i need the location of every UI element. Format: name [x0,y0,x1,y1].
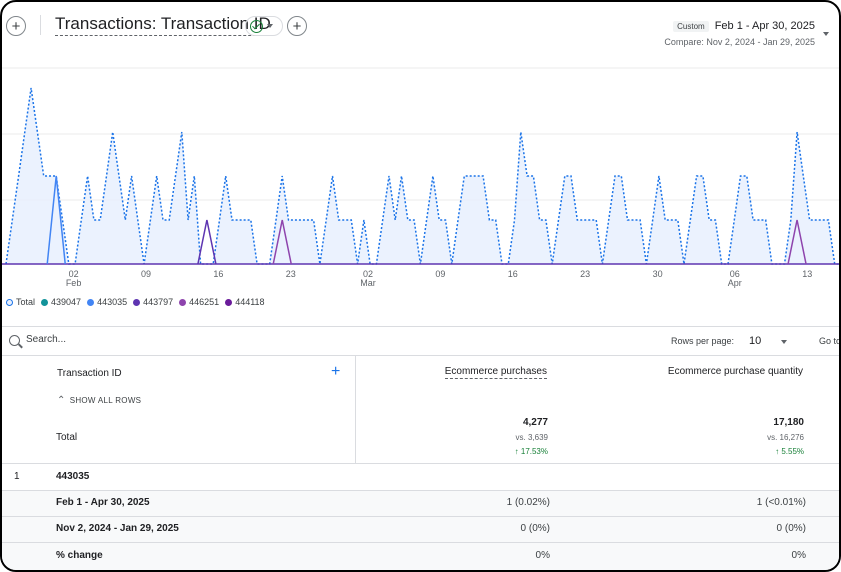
check-circle-icon [250,19,263,33]
x-tick-label: 16 [508,269,518,279]
date-range-text: Feb 1 - Apr 30, 2025 [714,20,815,32]
add-filter-icon[interactable]: + [287,16,307,36]
legend-label: 443797 [143,297,174,307]
x-tick-label: 13 [802,269,812,279]
legend-label: 444118 [235,297,265,307]
total-metric1-compare: vs. 3,639 [515,433,548,442]
sub-row-metric1: 1 (0.02%) [506,497,550,508]
legend-label: Total [16,297,36,307]
total-metric2: 17,180 vs. 16,276 ↑ 5.55% [767,417,804,456]
column-divider [355,356,356,464]
goto-label: Go to [819,336,841,346]
x-month-label: Mar [360,278,376,288]
sub-row-metric2: 1 (<0.01%) [756,497,806,508]
sub-row-metric2: 0% [791,550,806,561]
total-metric2-change: ↑ 5.55% [775,447,804,456]
x-tick-label: 16 [213,269,223,279]
legend-swatch [179,298,187,306]
sub-row: % change 0% 0% [2,543,839,570]
status-dropdown[interactable] [245,16,283,36]
legend-swatch [133,298,141,306]
x-tick-label: 09 [141,269,151,279]
legend-item[interactable]: 446251 [179,297,219,307]
compare-range-text: Compare: Nov 2, 2024 - Jan 29, 2025 [664,37,815,47]
legend-item[interactable]: 443797 [133,297,173,307]
add-dimension-icon[interactable]: + [331,364,340,380]
report-header: + Transactions: Transaction ID + Custom … [2,2,839,48]
row-index: 1 [14,471,20,482]
total-metric2-value: 17,180 [773,417,804,428]
sub-row-metric2: 0 (0%) [776,523,806,534]
x-month-label: Feb [66,278,82,288]
sub-row-label: Feb 1 - Apr 30, 2025 [56,497,150,508]
legend-label: 446251 [189,297,220,307]
divider-top [2,326,839,327]
rows-per-page-select[interactable]: 10 [749,335,761,347]
table-row[interactable]: 1 443035 [2,464,839,490]
show-all-rows-label: SHOW ALL ROWS [69,396,142,405]
chevron-down-icon [267,24,273,28]
row-transaction-id[interactable]: 443035 [56,471,89,482]
legend-item[interactable]: Total [6,297,35,307]
x-tick-label: 30 [653,269,663,279]
show-all-rows-button[interactable]: ⌃ SHOW ALL ROWS [57,395,141,406]
total-metric2-compare: vs. 16,276 [767,433,804,442]
divider-table-top [2,355,839,356]
legend-swatch [41,298,49,306]
sub-row-metric1: 0 (0%) [520,523,550,534]
sub-row: Feb 1 - Apr 30, 2025 1 (0.02%) 1 (<0.01%… [2,491,839,516]
legend-label: 443035 [97,297,128,307]
sub-row-label: % change [56,550,103,561]
add-comparison-icon[interactable]: + [6,16,26,36]
legend-item[interactable]: 443035 [87,297,127,307]
legend-item[interactable]: 444118 [225,297,265,307]
report-title[interactable]: Transactions: Transaction ID [55,14,271,36]
date-chevron-down-icon[interactable] [823,32,829,36]
legend-label: 439047 [51,297,82,307]
total-metric1-change: ↑ 17.53% [514,447,548,456]
search-icon [9,335,20,346]
rows-chevron-down-icon[interactable] [781,340,787,344]
x-tick-label: 09 [435,269,445,279]
line-chart: 02 09 16 23 02 09 16 23 30 06 13Feb Mar Apr [2,67,839,288]
x-month-label: Apr [728,278,742,288]
legend-swatch [87,298,95,306]
report-frame: + Transactions: Transaction ID + Custom … [0,0,841,572]
search-input[interactable] [26,334,226,345]
expand-icon: ⌃ [57,395,66,406]
column-header-ecommerce-purchases[interactable]: Ecommerce purchases [444,366,547,379]
x-tick-label: 23 [286,269,296,279]
sub-row-label: Nov 2, 2024 - Jan 29, 2025 [56,523,179,534]
total-label: Total [56,432,78,443]
series-443797-spike [197,219,217,265]
total-metric1-value: 4,277 [522,417,548,428]
chart-legend: Total 439047 443035 443797 446251 444118 [6,297,265,307]
header-divider [40,15,41,35]
column-header-ecommerce-purchase-quantity[interactable]: Ecommerce purchase quantity [668,366,803,377]
date-custom-tag: Custom [673,20,709,32]
sub-row-metric1: 0% [535,550,550,561]
rows-per-page-label: Rows per page: [671,336,735,346]
legend-item[interactable]: 439047 [41,297,81,307]
date-range-picker[interactable]: Custom Feb 1 - Apr 30, 2025 Compare: Nov… [664,20,815,47]
column-header-transaction-id[interactable]: Transaction ID [57,368,122,379]
sub-row: Nov 2, 2024 - Jan 29, 2025 0 (0%) 0 (0%) [2,517,839,542]
x-tick-label: 23 [580,269,590,279]
total-metric1: 4,277 vs. 3,639 ↑ 17.53% [515,417,548,456]
legend-swatch [225,298,233,306]
legend-swatch [6,298,13,306]
